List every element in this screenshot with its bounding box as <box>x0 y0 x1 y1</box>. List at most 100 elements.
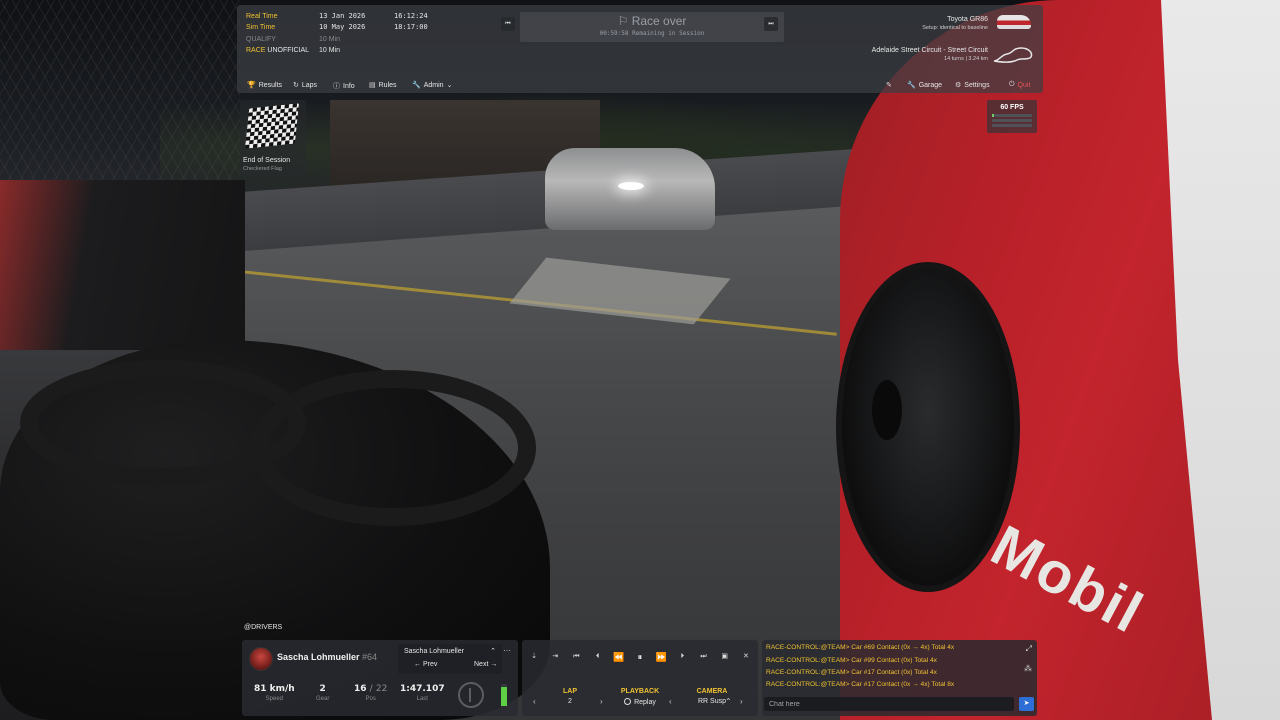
marker-icon[interactable]: ⇣ <box>526 651 542 663</box>
catch-fence <box>0 0 240 200</box>
fps-value: 60 FPS <box>1000 104 1024 111</box>
playback-panel: ⇣ ⇥ ⏮ ⏴ ⏪ ⏸ ⏩ ⏵ ⏭ ▣ ✕ LAP 2 ‹ › PLAYBACK… <box>522 640 758 716</box>
drivers-tag[interactable]: @DRIVERS <box>244 624 282 631</box>
pause-icon[interactable]: ⏸ <box>632 651 648 663</box>
fps-meter: 60 FPS <box>987 100 1037 133</box>
fps-bars <box>992 114 1032 130</box>
chevron-down-icon: ⌄ <box>446 82 453 89</box>
position-separator: / <box>369 684 373 694</box>
car-setup: Setup: identical to baseline <box>922 25 988 31</box>
car-thumbnail <box>997 15 1031 29</box>
playback-mode: Replay <box>634 699 656 706</box>
race-title-wrap: ⚐ Race over <box>520 14 784 28</box>
more-options-icon[interactable]: ⋯ <box>503 646 511 655</box>
race-title: Race over <box>631 14 687 28</box>
trophy-icon: 🏆 <box>247 82 256 89</box>
prev-driver-button[interactable]: ← Prev <box>414 661 437 668</box>
race-scene-viewport: Mobil <box>0 0 1280 720</box>
real-time-clock: 16:12:24 <box>394 12 428 20</box>
menu-quit[interactable]: ⏻ Quit <box>1009 81 1030 89</box>
info-icon: ⓘ <box>333 83 340 90</box>
wheel-hub <box>872 380 902 440</box>
track-name: Adelaide Street Circuit - Street Circuit <box>871 47 988 54</box>
speed-label: Speed <box>265 696 284 702</box>
menu-results-label: Results <box>258 81 283 89</box>
lap-value: 2 <box>568 698 572 705</box>
driver-selector-name: Sascha Lohmueller <box>404 648 464 655</box>
camera-next-icon[interactable]: › <box>740 697 743 706</box>
gear-value: 2 <box>319 684 326 694</box>
chat-source: RACE-CONTROL:@TEAM> <box>766 644 850 651</box>
menu-settings[interactable]: ⚙ Settings <box>955 81 990 90</box>
headlight <box>618 182 644 190</box>
skip-back-button[interactable]: ⏮ <box>501 17 515 31</box>
playback-column: PLAYBACK Replay <box>620 688 660 706</box>
menu-results[interactable]: 🏆 Results <box>247 81 283 90</box>
fast-forward-icon[interactable]: ⏩ <box>653 651 669 663</box>
lap-next-icon[interactable]: › <box>600 697 603 706</box>
car-name: Toyota GR86 <box>947 16 988 23</box>
menu-info[interactable]: ⓘ Info <box>333 81 355 91</box>
menu-garage-label: Garage <box>918 81 943 89</box>
playback-header: PLAYBACK <box>620 688 660 695</box>
menu-rules[interactable]: ▤ Rules <box>369 81 397 90</box>
menu-admin-label: Admin <box>423 81 444 89</box>
next-frame-icon[interactable]: ⏵ <box>674 651 690 663</box>
chat-input[interactable] <box>764 697 1014 711</box>
menu-laps-label: Laps <box>301 81 318 89</box>
next-driver-button[interactable]: Next → <box>474 661 497 668</box>
driver-name-wrap: Sascha Lohmueller #64 <box>277 652 377 662</box>
chat-message: Car #17 Contact (0x) Total 4x <box>851 669 937 676</box>
chevron-up-icon[interactable]: ⌃ <box>490 647 496 655</box>
chat-filter-icon[interactable]: ⁂ <box>1024 664 1032 673</box>
race-duration: 10 Min <box>319 47 341 54</box>
jump-start-icon[interactable]: ⏮ <box>568 651 584 663</box>
driver-number: #64 <box>362 652 378 662</box>
chat-line: RACE-CONTROL:@TEAM> Car #99 Contact (0x)… <box>766 657 937 664</box>
prev-frame-icon[interactable]: ⏴ <box>590 651 606 663</box>
last-lap-label: Last <box>416 696 428 702</box>
steering-wheel-icon <box>458 682 484 708</box>
skip-forward-button[interactable]: ⏭ <box>764 17 778 31</box>
advertising-barrier <box>0 180 245 350</box>
jump-end-icon[interactable]: ⏭ <box>696 651 712 663</box>
chat-message: Car #69 Contact (0x → 4x) Total 4x <box>851 644 955 651</box>
throttle-fill <box>501 687 507 706</box>
chat-message: Car #17 Contact (0x → 4x) Total 8x <box>851 681 955 688</box>
edit-button[interactable]: ✎ <box>886 81 892 89</box>
sim-time-clock: 18:17:00 <box>394 23 428 31</box>
driver-selector[interactable]: Sascha Lohmueller ⌃ ← Prev Next → <box>398 644 502 674</box>
position-value: 16 <box>354 684 367 694</box>
real-time-date: 13 Jan 2026 <box>319 12 366 20</box>
camera-up-icon[interactable]: ⌃ <box>725 697 732 706</box>
rewind-icon[interactable]: ⏪ <box>611 651 627 663</box>
close-icon[interactable]: ✕ <box>738 651 754 663</box>
last-lap-stat: 1:47.107 Last <box>400 684 445 702</box>
expand-icon[interactable]: ⤢ <box>1026 644 1032 654</box>
checkered-flag-icon <box>244 103 300 149</box>
rules-icon: ▤ <box>369 82 376 89</box>
camera-column: CAMERA RR Susp <box>682 688 742 705</box>
driver-name: Sascha Lohmueller <box>277 652 360 662</box>
camera-icon[interactable]: ▣ <box>717 651 733 663</box>
chat-message: Car #99 Contact (0x) Total 4x <box>851 657 937 664</box>
track-map-icon <box>993 47 1033 63</box>
step-forward-icon[interactable]: ⇥ <box>547 651 563 663</box>
power-icon: ⏻ <box>1009 81 1015 88</box>
position-label: Pos <box>365 696 376 702</box>
send-icon: ➤ <box>1023 700 1030 707</box>
flag-status-panel: End of Session Checkered Flag <box>240 100 306 176</box>
track-turns: 14 turns <box>944 56 964 62</box>
replay-icon <box>624 698 632 705</box>
playback-mode-wrap[interactable]: Replay <box>620 698 660 706</box>
gear-stat: 2 Gear <box>316 684 329 702</box>
position-wrap: 16 / 22 <box>354 684 387 694</box>
camera-prev-icon[interactable]: ‹ <box>669 697 672 706</box>
race-status: UNOFFICIAL <box>267 47 310 54</box>
send-button[interactable]: ➤ <box>1019 697 1034 711</box>
lap-prev-icon[interactable]: ‹ <box>533 697 536 706</box>
menu-laps[interactable]: ↻ Laps <box>293 81 318 90</box>
track-details: 14 turns | 3.24 km <box>944 56 988 62</box>
menu-garage[interactable]: 🔧 Garage <box>907 81 943 90</box>
menu-admin[interactable]: 🔧 Admin ⌄ <box>412 81 453 90</box>
